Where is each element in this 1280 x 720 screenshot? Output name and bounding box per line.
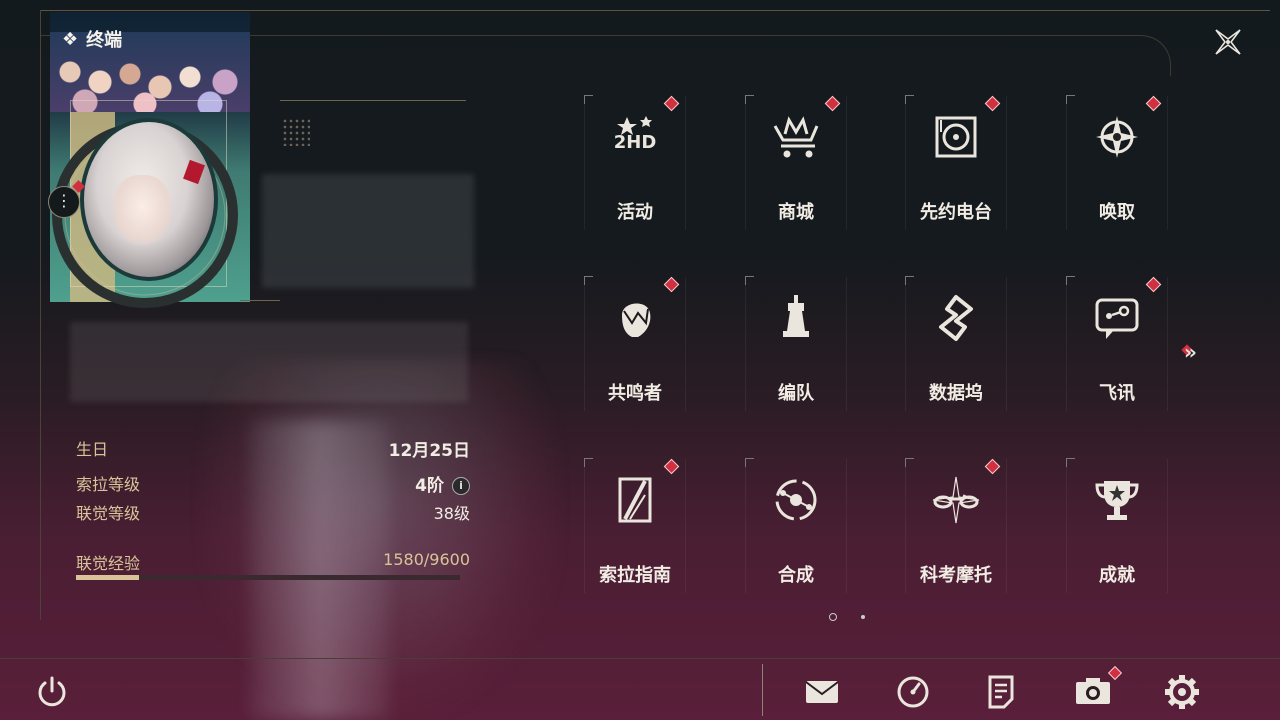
terminal-header: ❖ 终端 (62, 26, 122, 52)
tile-corner (905, 458, 914, 467)
menu-tile-label: 唤取 (1099, 202, 1135, 223)
bottom-bar-divider (762, 664, 763, 716)
stat-label: 索拉等级 (76, 475, 141, 494)
more-options-button[interactable]: ⋮ (48, 186, 80, 218)
tile-corner (745, 458, 754, 467)
tile-corner (1066, 276, 1075, 285)
stat-value-wrap: 4阶 i (415, 471, 470, 496)
notes-icon[interactable] (982, 672, 1022, 712)
synthesis-icon (775, 479, 817, 521)
deco-dot-grid (282, 118, 310, 146)
camera-icon[interactable] (1073, 672, 1113, 712)
tile-corner (1066, 95, 1075, 104)
info-icon[interactable]: i (452, 477, 470, 495)
motorbike-icon (932, 476, 980, 524)
stat-value: 4阶 (415, 476, 444, 496)
event-2hd-icon: 2HD (614, 116, 657, 153)
menu-tile[interactable]: 共鸣者 (584, 276, 686, 411)
notification-badge (984, 95, 1001, 112)
message-chat-icon (1095, 298, 1139, 339)
notification-badge (663, 95, 680, 112)
tile-corner (584, 95, 593, 104)
exp-progress-bar (76, 575, 460, 580)
next-page-icon[interactable]: » (1184, 340, 1197, 364)
tile-corner (584, 276, 593, 285)
menu-tile-label: 数据坞 (929, 383, 983, 404)
menu-tile[interactable]: 唤取 (1066, 95, 1168, 230)
stat-union-level: 联觉等级 38级 (76, 500, 470, 529)
tile-corner (905, 95, 914, 104)
menu-tile-label: 索拉指南 (599, 565, 671, 586)
frame-left-line (40, 10, 41, 620)
page-indicator-current[interactable] (829, 613, 837, 621)
menu-tile[interactable]: 先约电台 (905, 95, 1007, 230)
menu-tile[interactable]: 合成 (745, 458, 847, 593)
menu-tile-label: 商城 (778, 202, 814, 223)
stat-exp: 联觉经验 1580/9600 (76, 550, 470, 574)
notification-badge (663, 458, 680, 475)
bottom-bar-line (0, 658, 1280, 659)
menu-tile-label: 飞讯 (1099, 383, 1135, 404)
menu-tile-label: 成就 (1099, 565, 1135, 586)
menu-tile[interactable]: 2HD 活动 (584, 95, 686, 230)
menu-tile[interactable]: 科考摩托 (905, 458, 1007, 593)
notification-badge (824, 95, 841, 112)
svg-text:2HD: 2HD (614, 132, 657, 153)
stat-birthday: 生日 12月25日 (76, 436, 470, 465)
notification-badge (984, 458, 1001, 475)
menu-tile[interactable]: 索拉指南 (584, 458, 686, 593)
stat-value: 1580/9600 (383, 550, 470, 569)
tile-corner (584, 458, 593, 467)
deco-line (240, 300, 280, 301)
menu-tile-label: 先约电台 (920, 202, 992, 223)
tile-corner (745, 95, 754, 104)
frame-top-line (40, 10, 1270, 11)
stat-label: 生日 (76, 440, 109, 459)
close-icon[interactable] (1208, 22, 1248, 62)
radio-record-icon (935, 116, 977, 158)
guide-book-icon (618, 477, 652, 523)
tile-corner (905, 276, 914, 285)
menu-tile-label: 合成 (778, 565, 814, 586)
menu-tile[interactable]: 成就 (1066, 458, 1168, 593)
deco-line (280, 100, 466, 101)
menu-tile[interactable]: 商城 (745, 95, 847, 230)
power-icon[interactable] (34, 674, 70, 710)
trophy-icon (1095, 481, 1139, 520)
stat-value: 12月25日 (388, 441, 470, 461)
menu-tile[interactable]: 数据坞 (905, 276, 1007, 411)
notification-badge (1145, 276, 1162, 293)
shop-cart-icon (773, 116, 819, 158)
stat-label: 联觉经验 (76, 554, 141, 573)
notification-badge (1145, 95, 1162, 112)
profile-stats: 生日 12月25日 索拉等级 4阶 i 联觉等级 38级 (76, 436, 470, 529)
chess-team-icon (783, 295, 809, 337)
compass-star-icon (1096, 116, 1138, 158)
menu-tile[interactable]: 编队 (745, 276, 847, 411)
menu-tile[interactable]: 飞讯 (1066, 276, 1168, 411)
menu-tile-label: 编队 (778, 383, 814, 404)
notification-badge (663, 276, 680, 293)
terminal-title: 终端 (86, 30, 123, 51)
player-name-blurred (262, 174, 474, 288)
player-signature-blurred (70, 322, 468, 402)
tile-corner (745, 276, 754, 285)
menu-tile-label: 活动 (617, 202, 653, 223)
mail-icon[interactable] (802, 672, 842, 712)
settings-gear-icon[interactable] (1162, 672, 1202, 712)
data-dock-icon (939, 295, 973, 341)
stat-value: 38级 (433, 504, 470, 523)
character-head-icon (622, 303, 651, 337)
page-indicator[interactable] (861, 615, 865, 619)
clock-icon[interactable] (893, 672, 933, 712)
stat-label: 联觉等级 (76, 504, 141, 523)
avatar-face (112, 175, 172, 245)
tile-corner (1066, 458, 1075, 467)
menu-tile-label: 科考摩托 (920, 565, 992, 586)
menu-tile-label: 共鸣者 (608, 383, 662, 404)
diamond-cluster-icon: ❖ (62, 28, 79, 50)
exp-progress-fill (76, 575, 140, 580)
stat-sola-level: 索拉等级 4阶 i (76, 471, 470, 500)
